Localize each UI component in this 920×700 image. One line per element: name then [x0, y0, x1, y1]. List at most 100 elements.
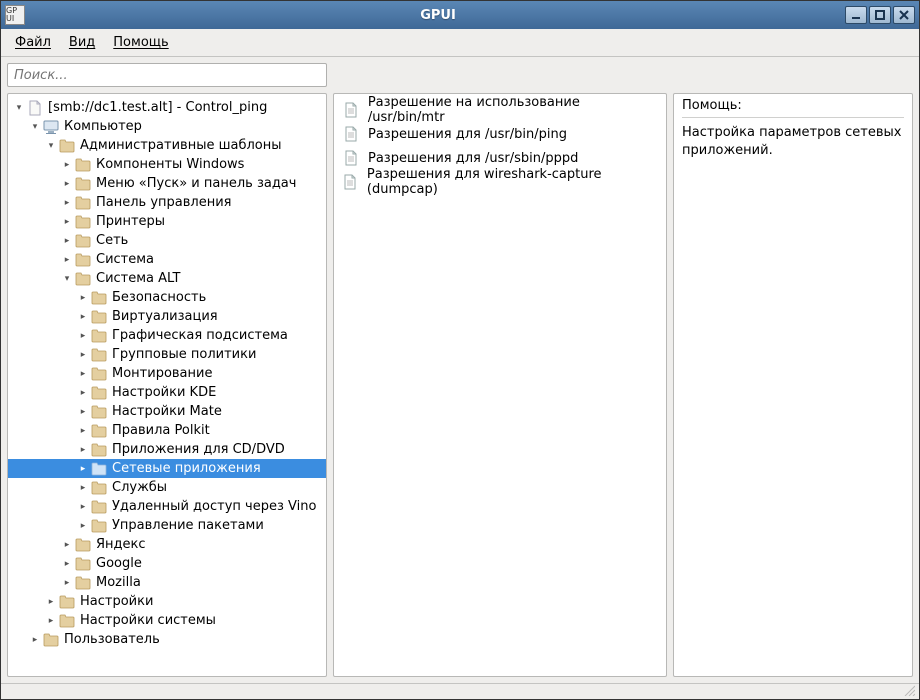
expander-icon[interactable]: ▸ [76, 443, 90, 457]
list-item-label: Разрешения для /usr/sbin/pppd [368, 151, 578, 166]
expander-icon[interactable]: ▸ [44, 614, 58, 628]
tree-alt-item-6[interactable]: ▸Настройки Mate [8, 402, 326, 421]
close-button[interactable] [893, 6, 915, 24]
tree-alt-item-11[interactable]: ▸Удаленный доступ через Vino [8, 497, 326, 516]
tree-node-icon [90, 518, 108, 534]
tree-node-label: Графическая подсистема [110, 328, 288, 343]
expander-icon[interactable]: ▸ [76, 329, 90, 343]
expander-icon[interactable]: ▸ [44, 595, 58, 609]
expander-icon[interactable]: ▸ [28, 633, 42, 647]
tree-alt-item-9[interactable]: ▸Сетевые приложения [8, 459, 326, 478]
tree-node-label: Система [94, 252, 154, 267]
tree-node-icon [74, 537, 92, 553]
expander-icon[interactable]: ▸ [76, 386, 90, 400]
tree-node-icon [90, 290, 108, 306]
tree-vendor-2[interactable]: ▸Mozilla [8, 573, 326, 592]
expander-icon[interactable]: ▸ [60, 538, 74, 552]
expander-icon[interactable]: ▸ [76, 291, 90, 305]
tree-item-1[interactable]: ▸Меню «Пуск» и панель задач [8, 174, 326, 193]
tree-node-label: Настройки [78, 594, 153, 609]
expander-icon[interactable]: ▸ [60, 215, 74, 229]
list-panel[interactable]: Разрешение на использование /usr/bin/mtr… [333, 93, 667, 677]
tree-node-label: Яндекс [94, 537, 146, 552]
expander-icon[interactable]: ▸ [76, 500, 90, 514]
tree-alt-item-3[interactable]: ▸Групповые политики [8, 345, 326, 364]
tree-alt-item-7[interactable]: ▸Правила Polkit [8, 421, 326, 440]
tree-node-label: Компоненты Windows [94, 157, 244, 172]
expander-icon[interactable]: ▸ [60, 234, 74, 248]
tree-node-label: Службы [110, 480, 167, 495]
document-icon [342, 173, 359, 191]
tree-item-5[interactable]: ▸ Система [8, 250, 326, 269]
resize-grip-icon[interactable] [903, 684, 915, 700]
tree-node-label: Монтирование [110, 366, 212, 381]
expander-icon[interactable]: ▾ [44, 139, 58, 153]
document-icon [342, 101, 360, 119]
minimize-button[interactable] [845, 6, 867, 24]
tree-node-label: Компьютер [62, 119, 142, 134]
tree-alt-item-10[interactable]: ▸ Службы [8, 478, 326, 497]
tree-admin-templates[interactable]: ▾ Административные шаблоны [8, 136, 326, 155]
expander-icon[interactable]: ▸ [76, 348, 90, 362]
tree-node-label: Административные шаблоны [78, 138, 282, 153]
tree-alt-item-12[interactable]: ▸Управление пакетами [8, 516, 326, 535]
tree-panel[interactable]: ▾[smb://dc1.test.alt] - Control_ping▾Ком… [7, 93, 327, 677]
menu-view[interactable]: Вид [61, 31, 103, 54]
expander-icon[interactable]: ▸ [60, 576, 74, 590]
tree-vendor-1[interactable]: ▸ Google [8, 554, 326, 573]
tree-node-icon [90, 442, 108, 458]
expander-icon[interactable]: ▾ [28, 120, 42, 134]
menu-help[interactable]: Помощь [105, 31, 176, 54]
expander-icon[interactable]: ▸ [76, 424, 90, 438]
expander-icon[interactable]: ▸ [76, 519, 90, 533]
maximize-button[interactable] [869, 6, 891, 24]
expander-icon[interactable]: ▸ [76, 367, 90, 381]
tree-node-icon [42, 119, 60, 135]
tree-item-0[interactable]: ▸ Компоненты Windows [8, 155, 326, 174]
tree-vendor-0[interactable]: ▸ Яндекс [8, 535, 326, 554]
tree-settings-0[interactable]: ▸ Настройки [8, 592, 326, 611]
statusbar [1, 683, 919, 699]
tree-alt-item-5[interactable]: ▸Настройки KDE [8, 383, 326, 402]
tree-item-3[interactable]: ▸Принтеры [8, 212, 326, 231]
expander-icon[interactable]: ▸ [60, 557, 74, 571]
tree-system-alt[interactable]: ▾Система ALT [8, 269, 326, 288]
expander-icon[interactable]: ▸ [76, 310, 90, 324]
tree-node-label: Настройки системы [78, 613, 216, 628]
tree-settings-1[interactable]: ▸ Настройки системы [8, 611, 326, 630]
expander-icon[interactable]: ▸ [76, 481, 90, 495]
tree-user[interactable]: ▸Пользователь [8, 630, 326, 649]
tree-item-2[interactable]: ▸Панель управления [8, 193, 326, 212]
tree-alt-item-1[interactable]: ▸Виртуализация [8, 307, 326, 326]
expander-icon[interactable]: ▸ [60, 253, 74, 267]
policy-tree: ▾[smb://dc1.test.alt] - Control_ping▾Ком… [8, 98, 326, 649]
tree-node-icon [90, 423, 108, 439]
settings-list: Разрешение на использование /usr/bin/mtr… [334, 98, 666, 194]
tree-node-icon [90, 499, 108, 515]
expander-icon[interactable]: ▾ [60, 272, 74, 286]
tree-alt-item-8[interactable]: ▸Приложения для CD/DVD [8, 440, 326, 459]
expander-icon[interactable]: ▾ [12, 101, 26, 115]
tree-root[interactable]: ▾[smb://dc1.test.alt] - Control_ping [8, 98, 326, 117]
tree-node-icon [90, 328, 108, 344]
expander-icon[interactable]: ▸ [76, 405, 90, 419]
app-icon: GP UI [5, 5, 25, 25]
expander-icon[interactable]: ▸ [60, 196, 74, 210]
tree-alt-item-2[interactable]: ▸ Графическая подсистема [8, 326, 326, 345]
list-item-1[interactable]: Разрешения для /usr/bin/ping [334, 122, 666, 146]
tree-item-4[interactable]: ▸Сеть [8, 231, 326, 250]
search-input[interactable] [7, 63, 327, 87]
list-item-0[interactable]: Разрешение на использование /usr/bin/mtr [334, 98, 666, 122]
tree-node-icon [74, 233, 92, 249]
expander-icon[interactable]: ▸ [60, 158, 74, 172]
expander-icon[interactable]: ▸ [76, 462, 90, 476]
menu-file[interactable]: Файл [7, 31, 59, 54]
tree-alt-item-0[interactable]: ▸Безопасность [8, 288, 326, 307]
tree-alt-item-4[interactable]: ▸ Монтирование [8, 364, 326, 383]
expander-icon[interactable]: ▸ [60, 177, 74, 191]
tree-computer[interactable]: ▾ Компьютер [8, 117, 326, 136]
tree-node-icon [42, 632, 60, 648]
tree-node-icon [58, 138, 76, 154]
tree-node-label: Google [94, 556, 142, 571]
list-item-3[interactable]: Разрешения для wireshark-capture (dumpca… [334, 170, 666, 194]
